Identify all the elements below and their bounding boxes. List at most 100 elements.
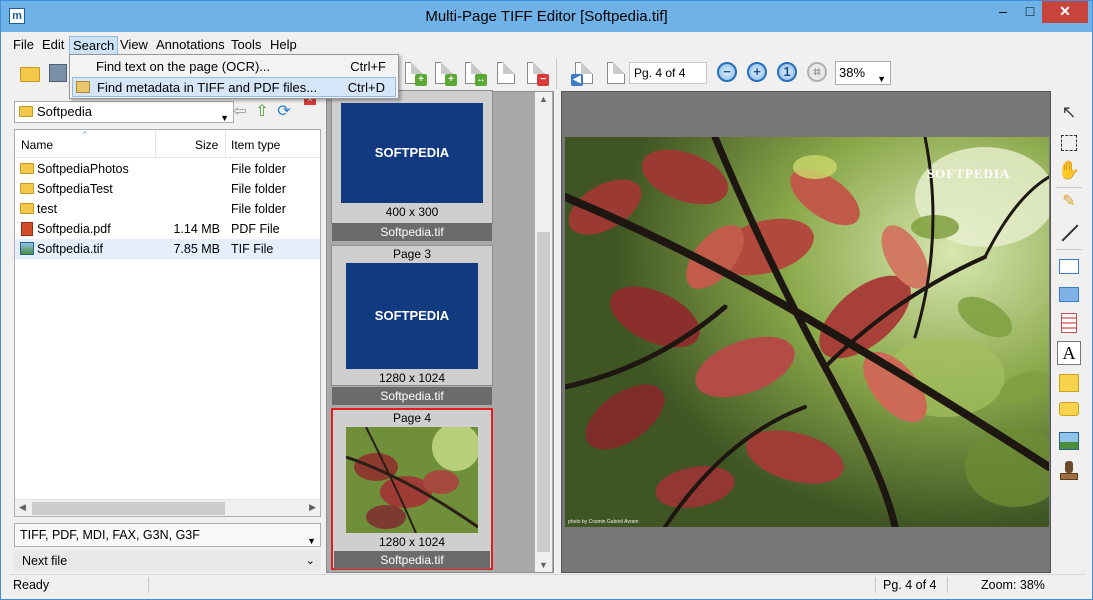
actual-size-button[interactable]: 1 <box>775 60 801 86</box>
save-icon <box>49 64 67 82</box>
thumbnail-filename: Softpedia.tif <box>332 387 492 405</box>
chevron-down-icon: ▼ <box>307 536 316 546</box>
status-divider <box>875 577 876 593</box>
status-divider <box>947 577 948 593</box>
selection-tool-icon[interactable] <box>1057 131 1081 155</box>
rectangle-tool-icon[interactable] <box>1057 255 1081 279</box>
thumbnail-pane: SOFTPEDIA 400 x 300 Softpedia.tif Page 3… <box>326 90 554 573</box>
add-page-button[interactable]: + <box>401 60 427 86</box>
find-metadata-item[interactable]: Find metadata in TIFF and PDF files... C… <box>72 77 396 97</box>
next-page-button[interactable] <box>603 60 629 86</box>
scroll-up-icon[interactable]: ▲ <box>539 94 548 104</box>
scroll-down-icon[interactable]: ▼ <box>539 560 548 570</box>
save-button[interactable] <box>45 60 71 86</box>
thumbnail-scrollbar[interactable]: ▲ ▼ <box>535 92 552 572</box>
file-row-selected[interactable]: Softpedia.tif 7.85 MB TIF File <box>15 239 320 259</box>
back-arrow-icon[interactable]: ⇦ <box>231 101 249 123</box>
comment-tool-icon[interactable] <box>1057 399 1081 423</box>
sticky-note-tool-icon[interactable] <box>1057 371 1081 395</box>
status-bar: Ready Pg. 4 of 4 Zoom: 38% <box>9 574 1086 594</box>
file-row[interactable]: test File folder <box>15 199 320 219</box>
up-folder-icon[interactable]: ⇧ <box>253 101 271 123</box>
maximize-button[interactable]: □ <box>1016 1 1044 23</box>
file-list-header: Name ^ Size Item type <box>15 130 320 158</box>
column-size[interactable]: Size <box>195 138 218 152</box>
next-file-bar[interactable]: Next file ⌄ <box>14 551 321 571</box>
status-zoom: Zoom: 38% <box>981 578 1045 592</box>
file-row[interactable]: Softpedia.pdf 1.14 MB PDF File <box>15 219 320 239</box>
next-page-icon <box>607 62 625 84</box>
file-row[interactable]: SoftpediaPhotos File folder <box>15 159 320 179</box>
fit-page-button[interactable]: ⌗ <box>805 60 831 86</box>
folder-name: Softpedia <box>37 104 92 119</box>
double-chevron-down-icon: ⌄ <box>305 555 315 567</box>
zoom-in-button[interactable]: + <box>745 60 771 86</box>
stamp-tool-icon[interactable] <box>1057 459 1081 483</box>
page-indicator[interactable]: Pg. 4 of 4 <box>629 62 707 84</box>
image-tool-icon[interactable] <box>1057 429 1081 453</box>
zoom-in-icon: + <box>747 62 767 82</box>
refresh-icon[interactable]: ⟳ <box>275 101 293 123</box>
thumbnail-filename: Softpedia.tif <box>332 223 492 241</box>
menu-edit[interactable]: Edit <box>39 36 67 56</box>
text-tool-icon[interactable]: A <box>1057 341 1081 365</box>
menu-search[interactable]: Search <box>69 36 119 56</box>
scroll-thumb[interactable] <box>32 502 225 515</box>
chevron-down-icon: ▼ <box>220 113 229 123</box>
annotation-toolbar: ↖ ✋ ✎ A <box>1054 95 1084 571</box>
pencil-tool-icon[interactable]: ✎ <box>1057 191 1081 215</box>
divider <box>1056 187 1082 188</box>
file-type-filter[interactable]: TIFF, PDF, MDI, FAX, G3N, G3F ▼ <box>14 523 321 547</box>
page-image: SOFTPEDIA photo by Cosmin Gabriel Avram <box>565 137 1049 527</box>
hand-tool-icon[interactable]: ✋ <box>1057 159 1081 183</box>
pointer-tool-icon[interactable]: ↖ <box>1057 101 1081 125</box>
folder-select[interactable]: Softpedia ▼ <box>14 101 234 123</box>
horizontal-scrollbar[interactable]: ◀ ▶ <box>15 499 320 516</box>
tif-icon <box>20 242 34 255</box>
thumbnail-page-4-selected[interactable]: Page 4 1280 x 1024 Softpedia.tif <box>331 408 493 570</box>
scroll-right-icon[interactable]: ▶ <box>309 502 316 513</box>
previous-page-button[interactable]: ◀ <box>571 60 597 86</box>
actual-size-icon: 1 <box>777 62 797 82</box>
scroll-thumb[interactable] <box>537 232 550 552</box>
zoom-out-button[interactable]: − <box>715 60 741 86</box>
menu-view[interactable]: View <box>117 36 151 56</box>
open-button[interactable] <box>17 60 43 86</box>
column-type[interactable]: Item type <box>231 138 280 152</box>
folder-icon <box>20 183 34 194</box>
zoom-select[interactable]: 38% ▼ <box>835 61 891 85</box>
status-text: Ready <box>13 578 50 592</box>
thumbnail-page-3[interactable]: Page 3 SOFTPEDIA 1280 x 1024 <box>331 245 493 386</box>
menu-file[interactable]: File <box>10 36 37 56</box>
menu-tools[interactable]: Tools <box>228 36 264 56</box>
toolbar-divider <box>556 59 557 89</box>
find-text-ocr-item[interactable]: Find text on the page (OCR)... Ctrl+F <box>72 57 396 77</box>
folder-icon <box>20 163 34 174</box>
minimize-button[interactable]: – <box>989 1 1017 23</box>
scroll-left-icon[interactable]: ◀ <box>19 502 26 513</box>
line-tool-icon[interactable] <box>1057 221 1081 245</box>
softpedia-logo-image: SOFTPEDIA <box>341 103 483 203</box>
image-viewer[interactable]: SOFTPEDIA photo by Cosmin Gabriel Avram <box>561 91 1051 573</box>
binoculars-icon <box>76 81 90 93</box>
highlight-tool-icon[interactable] <box>1057 311 1081 335</box>
move-page-button[interactable]: ↔ <box>461 60 487 86</box>
insert-page-button[interactable]: + <box>431 60 457 86</box>
filled-rectangle-tool-icon[interactable] <box>1057 283 1081 307</box>
delete-page-button[interactable]: − <box>523 60 549 86</box>
folder-icon <box>20 203 34 214</box>
search-dropdown: Find text on the page (OCR)... Ctrl+F Fi… <box>69 54 399 99</box>
leaf-photo-thumbnail <box>346 427 478 533</box>
replace-page-button[interactable] <box>493 60 519 86</box>
photo-credit: photo by Cosmin Gabriel Avram <box>568 519 639 525</box>
menu-help[interactable]: Help <box>267 36 300 56</box>
title-bar: m Multi-Page TIFF Editor [Softpedia.tif]… <box>1 1 1092 32</box>
thumbnail-page-2[interactable]: SOFTPEDIA 400 x 300 <box>331 90 493 224</box>
column-name[interactable]: Name <box>21 138 53 152</box>
zoom-value: 38% <box>839 65 866 80</box>
leaf-photo-thumbnail-art <box>346 427 478 533</box>
file-row[interactable]: SoftpediaTest File folder <box>15 179 320 199</box>
window-title: Multi-Page TIFF Editor [Softpedia.tif] <box>425 8 668 25</box>
close-button[interactable]: ✕ <box>1042 1 1088 23</box>
menu-annotations[interactable]: Annotations <box>153 36 228 56</box>
